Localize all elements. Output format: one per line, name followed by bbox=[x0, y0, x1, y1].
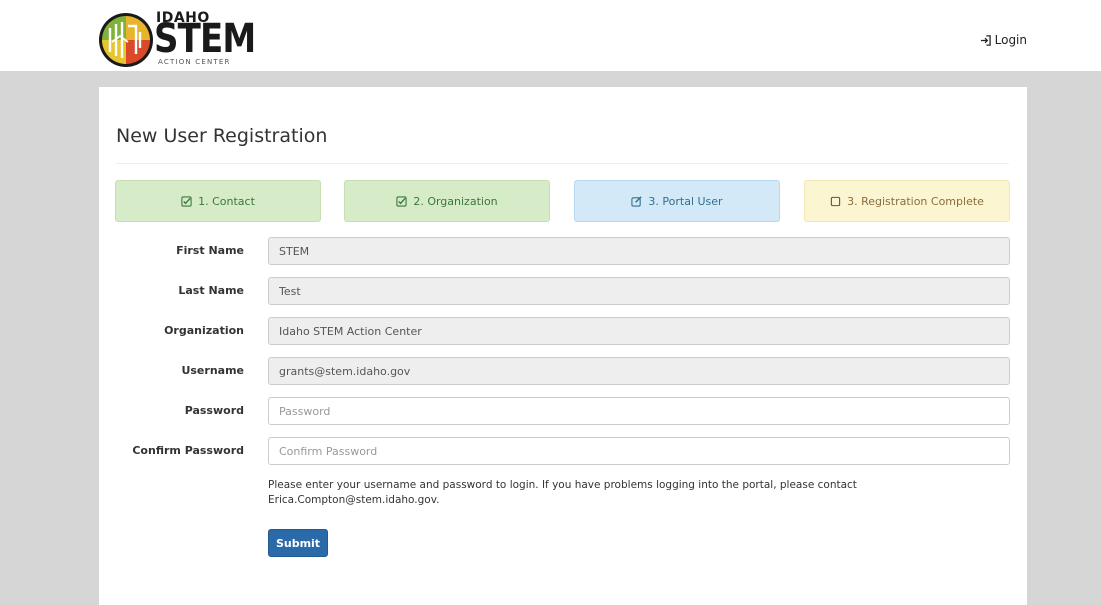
organization-field[interactable] bbox=[268, 317, 1010, 345]
form-row-confirm-password: Confirm Password bbox=[99, 437, 1027, 467]
form-row-username: Username bbox=[99, 357, 1027, 387]
first-name-field[interactable] bbox=[268, 237, 1010, 265]
first-name-label: First Name bbox=[176, 244, 244, 257]
step-label: 1. Contact bbox=[198, 194, 255, 208]
title-divider bbox=[116, 163, 1009, 164]
logo-sub-text: ACTION CENTER bbox=[158, 58, 231, 66]
password-label: Password bbox=[184, 404, 244, 417]
idaho-stem-globe-logo-icon bbox=[99, 13, 153, 67]
step-portal-user[interactable]: 3. Portal User bbox=[574, 180, 780, 222]
sign-in-icon bbox=[980, 34, 991, 46]
step-label: 2. Organization bbox=[413, 194, 498, 208]
organization-label: Organization bbox=[164, 324, 244, 337]
top-navbar: IDAHO STEM ACTION CENTER Login bbox=[0, 0, 1101, 71]
last-name-field[interactable] bbox=[268, 277, 1010, 305]
check-square-icon bbox=[181, 195, 192, 207]
step-contact[interactable]: 1. Contact bbox=[115, 180, 321, 222]
confirm-password-field[interactable] bbox=[268, 437, 1010, 465]
help-text: Please enter your username and password … bbox=[268, 479, 857, 506]
username-label: Username bbox=[181, 364, 244, 377]
edit-icon bbox=[631, 195, 643, 207]
login-link[interactable]: Login bbox=[980, 33, 1027, 47]
step-organization[interactable]: 2. Organization bbox=[344, 180, 550, 222]
form-row-organization: Organization bbox=[99, 317, 1027, 347]
step-label: 3. Portal User bbox=[648, 194, 723, 208]
form-row-last-name: Last Name bbox=[99, 277, 1027, 307]
password-field[interactable] bbox=[268, 397, 1010, 425]
form-row-first-name: First Name bbox=[99, 237, 1027, 267]
submit-button[interactable]: Submit bbox=[268, 529, 328, 557]
step-label: 3. Registration Complete bbox=[847, 194, 984, 208]
empty-square-icon bbox=[830, 196, 841, 206]
username-field[interactable] bbox=[268, 357, 1010, 385]
idaho-stem-logo[interactable]: IDAHO STEM ACTION CENTER bbox=[98, 6, 256, 68]
check-square-icon bbox=[396, 195, 407, 207]
page-title: New User Registration bbox=[116, 125, 328, 147]
confirm-password-label: Confirm Password bbox=[132, 444, 244, 457]
login-label: Login bbox=[994, 33, 1027, 47]
logo-main-text: STEM bbox=[154, 16, 256, 62]
step-registration-complete[interactable]: 3. Registration Complete bbox=[804, 180, 1010, 222]
form-row-password: Password bbox=[99, 397, 1027, 427]
registration-panel: New User Registration 1. Contact 2. Orga… bbox=[99, 87, 1027, 605]
registration-steps: 1. Contact 2. Organization 3. Portal Use… bbox=[115, 180, 1011, 222]
last-name-label: Last Name bbox=[178, 284, 244, 297]
